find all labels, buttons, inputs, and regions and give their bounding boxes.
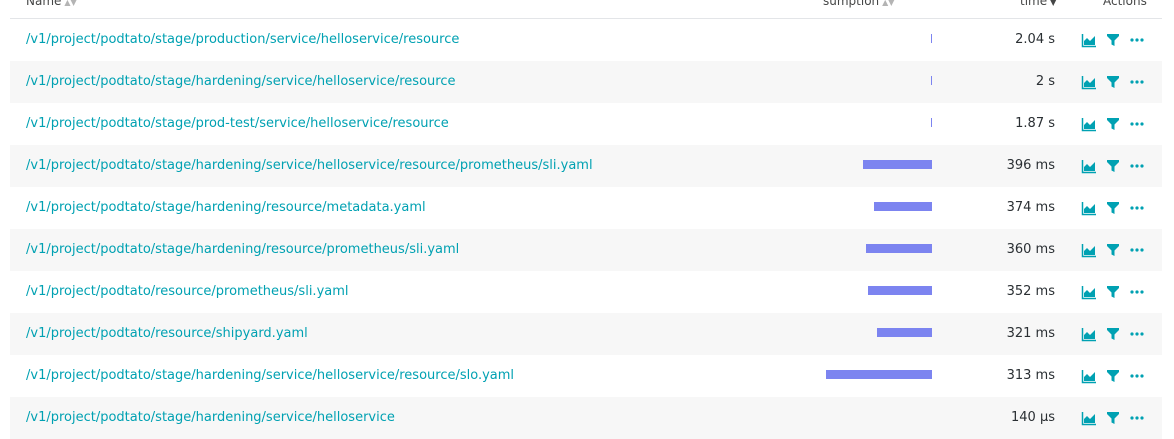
filter-icon[interactable] (1105, 326, 1121, 342)
filter-icon[interactable] (1105, 284, 1121, 300)
table-row: /v1/project/podtato/stage/prod-test/serv… (10, 103, 1162, 145)
request-link[interactable]: /v1/project/podtato/stage/production/ser… (26, 32, 459, 47)
filter-icon[interactable] (1105, 158, 1121, 174)
consumption-bar-track (812, 244, 932, 253)
table-row: /v1/project/podtato/stage/production/ser… (10, 19, 1162, 61)
table-row: /v1/project/podtato/resource/shipyard.ya… (10, 313, 1162, 355)
request-link[interactable]: /v1/project/podtato/stage/hardening/reso… (26, 242, 459, 257)
chart-icon[interactable] (1081, 326, 1097, 342)
table-body: /v1/project/podtato/stage/production/ser… (10, 19, 1162, 439)
consumption-bar-track (812, 160, 932, 169)
column-header-consumption[interactable]: sumption ▲▼ (823, 0, 894, 8)
consumption-bar-track (812, 370, 932, 379)
consumption-bar (868, 286, 932, 295)
consumption-bar (931, 34, 932, 43)
consumption-bar-track (812, 328, 932, 337)
table-header: Name ▲▼ sumption ▲▼ time ▼ Actions (10, 0, 1162, 19)
chart-icon[interactable] (1081, 116, 1097, 132)
consumption-bar (866, 244, 932, 253)
more-icon[interactable] (1129, 410, 1145, 426)
filter-icon[interactable] (1105, 74, 1121, 90)
more-icon[interactable] (1129, 158, 1145, 174)
chart-icon[interactable] (1081, 200, 1097, 216)
response-time: 396 ms (1006, 158, 1055, 173)
table-row: /v1/project/podtato/stage/hardening/serv… (10, 145, 1162, 187)
more-icon[interactable] (1129, 284, 1145, 300)
request-link[interactable]: /v1/project/podtato/stage/hardening/serv… (26, 158, 593, 173)
consumption-bar (826, 370, 932, 379)
column-header-time[interactable]: time ▼ (1020, 0, 1056, 8)
more-icon[interactable] (1129, 116, 1145, 132)
table-row: /v1/project/podtato/stage/hardening/serv… (10, 61, 1162, 103)
more-icon[interactable] (1129, 326, 1145, 342)
consumption-bar-track (812, 202, 932, 211)
request-link[interactable]: /v1/project/podtato/resource/prometheus/… (26, 284, 349, 299)
consumption-bar (877, 328, 932, 337)
consumption-bar (931, 118, 932, 127)
sort-icon: ▲▼ (882, 0, 895, 7)
chart-icon[interactable] (1081, 242, 1097, 258)
chart-icon[interactable] (1081, 368, 1097, 384)
more-icon[interactable] (1129, 32, 1145, 48)
response-time: 313 ms (1006, 368, 1055, 383)
consumption-bar-track (812, 286, 932, 295)
filter-icon[interactable] (1105, 200, 1121, 216)
more-icon[interactable] (1129, 200, 1145, 216)
request-link[interactable]: /v1/project/podtato/stage/hardening/serv… (26, 74, 455, 89)
response-time: 352 ms (1006, 284, 1055, 299)
table-row: /v1/project/podtato/stage/hardening/serv… (10, 397, 1162, 439)
response-time: 140 µs (1011, 410, 1055, 425)
request-link[interactable]: /v1/project/podtato/resource/shipyard.ya… (26, 326, 308, 341)
filter-icon[interactable] (1105, 242, 1121, 258)
table-row: /v1/project/podtato/resource/prometheus/… (10, 271, 1162, 313)
filter-icon[interactable] (1105, 32, 1121, 48)
table-row: /v1/project/podtato/stage/hardening/reso… (10, 229, 1162, 271)
consumption-bar (931, 76, 932, 85)
response-time: 360 ms (1006, 242, 1055, 257)
request-link[interactable]: /v1/project/podtato/stage/prod-test/serv… (26, 116, 449, 131)
request-link[interactable]: /v1/project/podtato/stage/hardening/serv… (26, 368, 514, 383)
chart-icon[interactable] (1081, 410, 1097, 426)
more-icon[interactable] (1129, 242, 1145, 258)
response-time: 2 s (1035, 74, 1055, 89)
response-time: 374 ms (1006, 200, 1055, 215)
requests-table: Name ▲▼ sumption ▲▼ time ▼ Actions /v1/proj… (10, 0, 1162, 439)
column-header-name[interactable]: Name ▲▼ (26, 0, 77, 8)
column-header-actions: Actions (1103, 0, 1147, 8)
request-link[interactable]: /v1/project/podtato/stage/hardening/serv… (26, 410, 395, 425)
response-time: 321 ms (1006, 326, 1055, 341)
more-icon[interactable] (1129, 74, 1145, 90)
chart-icon[interactable] (1081, 158, 1097, 174)
response-time: 2.04 s (1015, 32, 1055, 47)
filter-icon[interactable] (1105, 410, 1121, 426)
response-time: 1.87 s (1015, 116, 1055, 131)
more-icon[interactable] (1129, 368, 1145, 384)
table-row: /v1/project/podtato/stage/hardening/serv… (10, 355, 1162, 397)
chart-icon[interactable] (1081, 284, 1097, 300)
consumption-bar (874, 202, 932, 211)
consumption-bar (863, 160, 932, 169)
sort-desc-icon: ▼ (1050, 0, 1057, 7)
filter-icon[interactable] (1105, 368, 1121, 384)
chart-icon[interactable] (1081, 32, 1097, 48)
chart-icon[interactable] (1081, 74, 1097, 90)
filter-icon[interactable] (1105, 116, 1121, 132)
request-link[interactable]: /v1/project/podtato/stage/hardening/reso… (26, 200, 426, 215)
sort-icon: ▲▼ (64, 0, 77, 7)
table-row: /v1/project/podtato/stage/hardening/reso… (10, 187, 1162, 229)
